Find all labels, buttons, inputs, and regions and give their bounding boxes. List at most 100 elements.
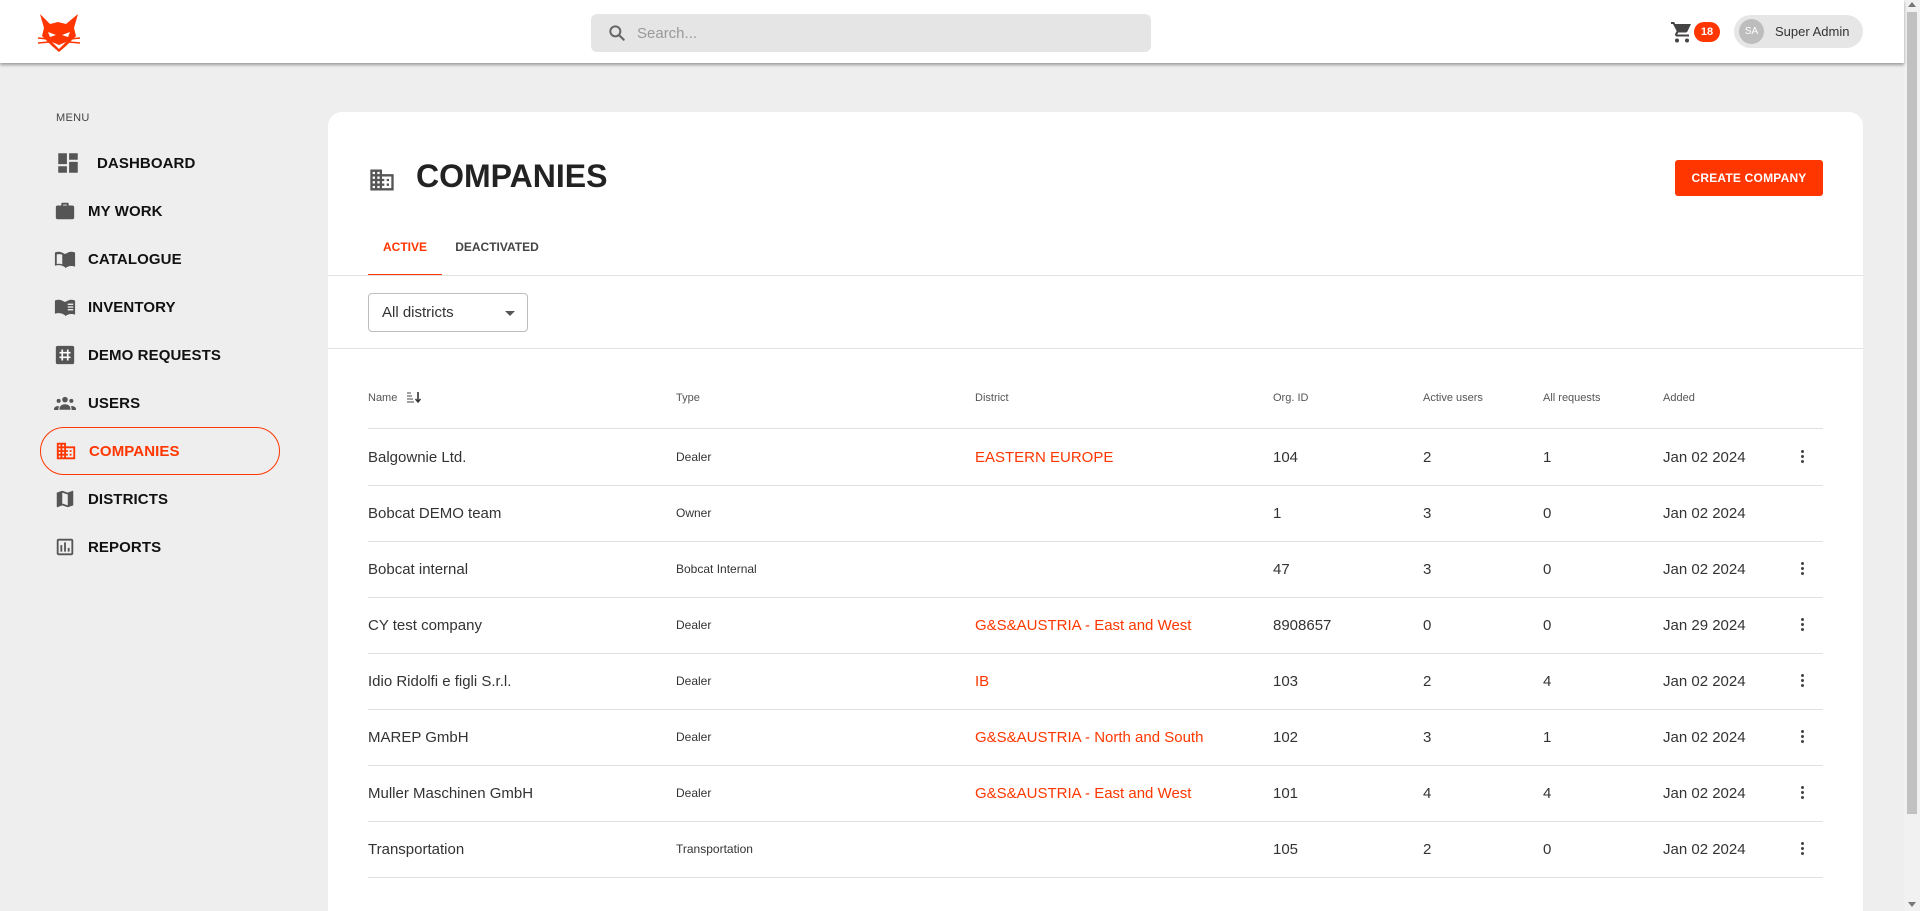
sidebar-item-label: INVENTORY (88, 298, 176, 316)
divider (328, 275, 1863, 276)
cell-added: Jan 02 2024 (1663, 785, 1746, 802)
cart-count-badge: 18 (1694, 22, 1720, 42)
cell-district[interactable]: EASTERN EUROPE (975, 449, 1113, 466)
sidebar-item-catalogue[interactable]: CATALOGUE (40, 235, 280, 283)
cell-added: Jan 02 2024 (1663, 561, 1746, 578)
sidebar-nav: DASHBOARD MY WORK CATALOGUE INVENTORY DE… (40, 139, 280, 571)
column-header-name[interactable]: Name (368, 392, 422, 404)
sidebar-item-inventory[interactable]: INVENTORY (40, 283, 280, 331)
building-icon (370, 169, 394, 191)
column-header-type: Type (676, 392, 700, 404)
user-menu[interactable]: SA Super Admin (1734, 15, 1863, 48)
cell-active-users: 3 (1423, 505, 1432, 522)
companies-card: COMPANIES CREATE COMPANY ACTIVE DEACTIVA… (328, 112, 1863, 911)
more-vert-icon[interactable] (1798, 785, 1806, 803)
dashboard-icon (55, 150, 81, 176)
cell-district[interactable]: G&S&AUSTRIA - East and West (975, 785, 1191, 802)
building-icon (55, 440, 77, 462)
column-header-added: Added (1663, 392, 1695, 404)
cell-name: MAREP GmbH (368, 729, 469, 746)
cell-active-users: 2 (1423, 673, 1432, 690)
table-row[interactable]: Idio Ridolfi e figli S.r.l. Dealer IB 103 2 4… (368, 654, 1823, 710)
cell-all-requests: 4 (1543, 673, 1552, 690)
cell-all-requests: 0 (1543, 505, 1552, 522)
create-company-button[interactable]: CREATE COMPANY (1675, 160, 1823, 196)
sidebar-item-label: DASHBOARD (97, 154, 196, 172)
book-list-icon (54, 296, 76, 318)
column-header-all-requests: All requests (1543, 392, 1601, 404)
more-vert-icon[interactable] (1798, 841, 1806, 859)
sidebar-item-my-work[interactable]: MY WORK (40, 187, 280, 235)
table-row[interactable]: Bobcat internal Bobcat Internal 47 3 0 Jan 02… (368, 542, 1823, 598)
table-row[interactable]: Balgownie Ltd. Dealer EASTERN EUROPE 104 2 1 J… (368, 430, 1823, 486)
sidebar-item-demo-requests[interactable]: DEMO REQUESTS (40, 331, 280, 379)
column-header-org-id: Org. ID (1273, 392, 1309, 404)
search-input[interactable] (637, 14, 1137, 52)
more-vert-icon[interactable] (1798, 617, 1806, 635)
cell-name: Idio Ridolfi e figli S.r.l. (368, 673, 512, 690)
menu-label: MENU (56, 112, 90, 124)
cell-org-id: 1 (1273, 505, 1282, 522)
cell-name: Balgownie Ltd. (368, 449, 467, 466)
table-row[interactable]: Muller Maschinen GmbH Dealer G&S&AUSTRIA -… (368, 766, 1823, 822)
top-bar: 18 SA Super Admin (0, 0, 1904, 63)
sort-descending-icon[interactable] (406, 391, 422, 404)
more-vert-icon[interactable] (1798, 729, 1806, 747)
cell-added: Jan 02 2024 (1663, 449, 1746, 466)
cell-added: Jan 02 2024 (1663, 673, 1746, 690)
cell-name: Bobcat DEMO team (368, 505, 502, 522)
cell-district[interactable]: G&S&AUSTRIA - East and West (975, 617, 1191, 634)
sidebar-item-label: COMPANIES (89, 442, 180, 460)
table-row[interactable]: MAREP GmbH Dealer G&S&AUSTRIA - North and … (368, 710, 1823, 766)
cell-active-users: 2 (1423, 449, 1432, 466)
more-vert-icon[interactable] (1798, 561, 1806, 579)
briefcase-icon (54, 200, 76, 222)
sidebar-item-label: REPORTS (88, 538, 162, 556)
scroll-down-arrow-icon[interactable] (1908, 902, 1916, 907)
sidebar-item-users[interactable]: USERS (40, 379, 280, 427)
cell-name: Muller Maschinen GmbH (368, 785, 534, 802)
sidebar-item-districts[interactable]: DISTRICTS (40, 475, 280, 523)
cell-type: Dealer (676, 786, 712, 800)
map-icon (54, 488, 76, 510)
cell-name: Transportation (368, 841, 465, 858)
sidebar-item-dashboard[interactable]: DASHBOARD (40, 139, 280, 187)
more-vert-icon[interactable] (1798, 673, 1806, 691)
cell-added: Jan 02 2024 (1663, 729, 1746, 746)
tab-deactivated[interactable]: DEACTIVATED (442, 231, 552, 276)
search-bar[interactable] (591, 14, 1151, 52)
cell-org-id: 103 (1273, 673, 1299, 690)
cell-district[interactable]: G&S&AUSTRIA - North and South (975, 729, 1203, 746)
district-filter-select[interactable]: All districts (368, 293, 528, 332)
cell-all-requests: 1 (1543, 729, 1552, 746)
cell-org-id: 105 (1273, 841, 1299, 858)
cell-district[interactable]: IB (975, 673, 989, 690)
scroll-up-arrow-icon[interactable] (1908, 2, 1916, 7)
cell-active-users: 3 (1423, 561, 1432, 578)
tab-active[interactable]: ACTIVE (368, 231, 442, 276)
column-header-district: District (975, 392, 1009, 404)
user-name: Super Admin (1775, 24, 1850, 39)
page-title: COMPANIES (416, 158, 608, 194)
sidebar-item-reports[interactable]: REPORTS (40, 523, 280, 571)
cell-type: Bobcat Internal (676, 562, 757, 576)
page-scrollbar[interactable] (1904, 0, 1920, 911)
sidebar-item-label: DISTRICTS (88, 490, 169, 508)
more-vert-icon[interactable] (1798, 449, 1806, 467)
cell-all-requests: 1 (1543, 449, 1552, 466)
divider (328, 348, 1863, 349)
table-row[interactable]: Transportation Transportation 105 2 0 Jan 02 … (368, 822, 1823, 878)
hash-box-icon (54, 344, 76, 366)
cell-active-users: 3 (1423, 729, 1432, 746)
cart-icon[interactable] (1670, 20, 1694, 44)
column-header-label: Name (368, 392, 398, 404)
column-header-active-users: Active users (1423, 392, 1483, 404)
table-row[interactable]: Bobcat DEMO team Owner 1 3 0 Jan 02 2024 (368, 486, 1823, 542)
scrollbar-thumb[interactable] (1907, 12, 1917, 814)
cell-added: Jan 02 2024 (1663, 841, 1746, 858)
table-row[interactable]: CY test company Dealer G&S&AUSTRIA - East … (368, 598, 1823, 654)
bobcat-logo-icon[interactable] (36, 12, 82, 54)
district-filter-value: All districts (382, 304, 454, 321)
sidebar-item-companies[interactable]: COMPANIES (40, 427, 280, 475)
sidebar-item-label: DEMO REQUESTS (88, 346, 221, 364)
